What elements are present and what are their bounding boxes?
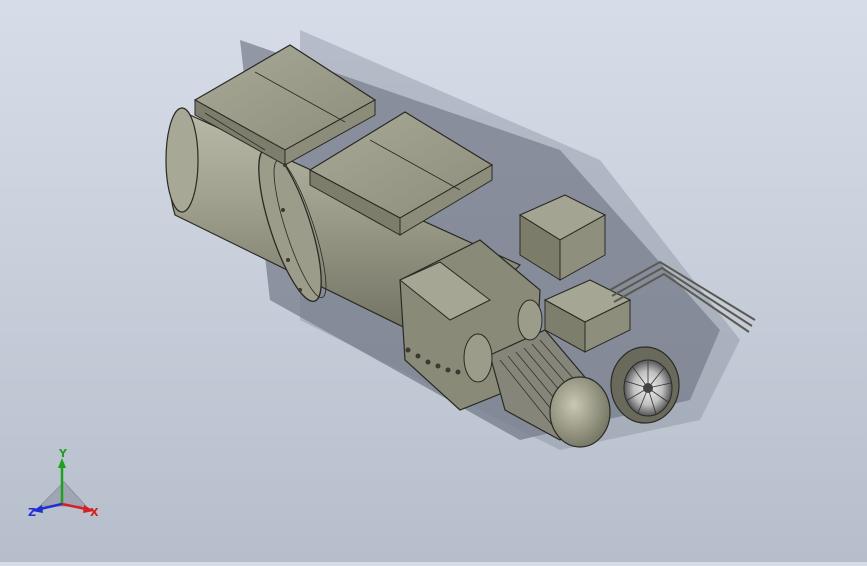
flange-disc-2 bbox=[517, 299, 543, 341]
cad-graphics-viewport[interactable] bbox=[0, 0, 867, 562]
assembly-model[interactable] bbox=[0, 0, 867, 562]
motor-end-cap bbox=[549, 376, 611, 448]
x-axis-label: X bbox=[90, 506, 99, 519]
cylinder-end-cap bbox=[165, 107, 199, 213]
y-axis-label: Y bbox=[58, 447, 68, 460]
z-axis-label: Z bbox=[28, 506, 36, 519]
flange-disc-1 bbox=[463, 333, 493, 383]
coordinate-triad: Y X Z bbox=[24, 446, 104, 526]
